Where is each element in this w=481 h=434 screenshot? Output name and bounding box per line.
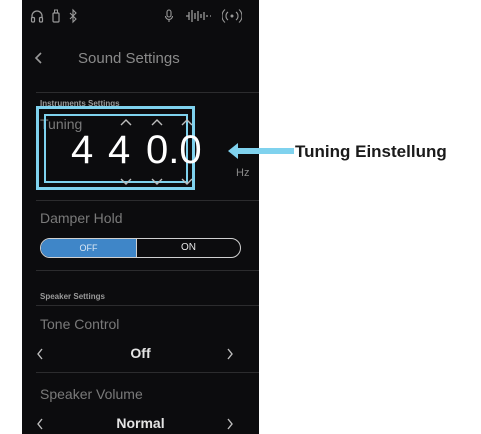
damper-hold-label: Damper Hold <box>40 210 123 226</box>
screen-header: Sound Settings <box>22 42 259 74</box>
chevron-right-icon[interactable] <box>226 417 234 431</box>
speaker-volume-selector: Normal <box>22 414 259 434</box>
callout-arrow-icon <box>228 143 294 159</box>
wireless-icon <box>222 9 242 23</box>
tone-control-value: Off <box>130 345 151 361</box>
chevron-right-icon[interactable] <box>226 347 234 361</box>
divider <box>36 305 259 306</box>
chevron-down-icon[interactable] <box>151 178 163 186</box>
headphones-icon <box>30 10 44 23</box>
microphone-icon <box>164 9 174 22</box>
damper-hold-on-button[interactable]: ON <box>137 239 240 257</box>
chevron-up-icon[interactable] <box>120 118 132 126</box>
tone-control-label: Tone Control <box>40 316 120 332</box>
usb-icon <box>52 9 60 23</box>
tuning-digit-tens[interactable]: 4 <box>108 128 130 172</box>
divider <box>36 270 259 271</box>
divider <box>36 92 259 93</box>
tuning-digit-hundreds[interactable]: 4 <box>71 128 93 172</box>
tuning-unit: Hz <box>236 167 250 179</box>
chevron-down-icon[interactable] <box>181 178 193 186</box>
status-bar <box>22 8 259 26</box>
section-header-speaker: Speaker Settings <box>40 292 105 301</box>
chevron-left-icon[interactable] <box>32 50 46 66</box>
divider <box>36 372 259 373</box>
chevron-up-icon[interactable] <box>151 118 163 126</box>
audio-wave-icon <box>186 10 211 22</box>
speaker-volume-label: Speaker Volume <box>40 386 143 402</box>
chevron-down-icon[interactable] <box>120 178 132 186</box>
damper-hold-off-button[interactable]: OFF <box>41 239 137 257</box>
tone-control-selector: Off <box>22 344 259 364</box>
speaker-volume-value: Normal <box>116 415 165 431</box>
damper-hold-toggle: OFF ON <box>40 238 241 258</box>
page-title: Sound Settings <box>78 50 180 67</box>
bluetooth-icon <box>69 8 77 24</box>
divider <box>36 200 259 201</box>
callout-label: Tuning Einstellung <box>295 142 447 161</box>
chevron-up-icon[interactable] <box>181 118 193 126</box>
tuning-digit-ones-decimal[interactable]: 0.0 <box>146 128 202 172</box>
